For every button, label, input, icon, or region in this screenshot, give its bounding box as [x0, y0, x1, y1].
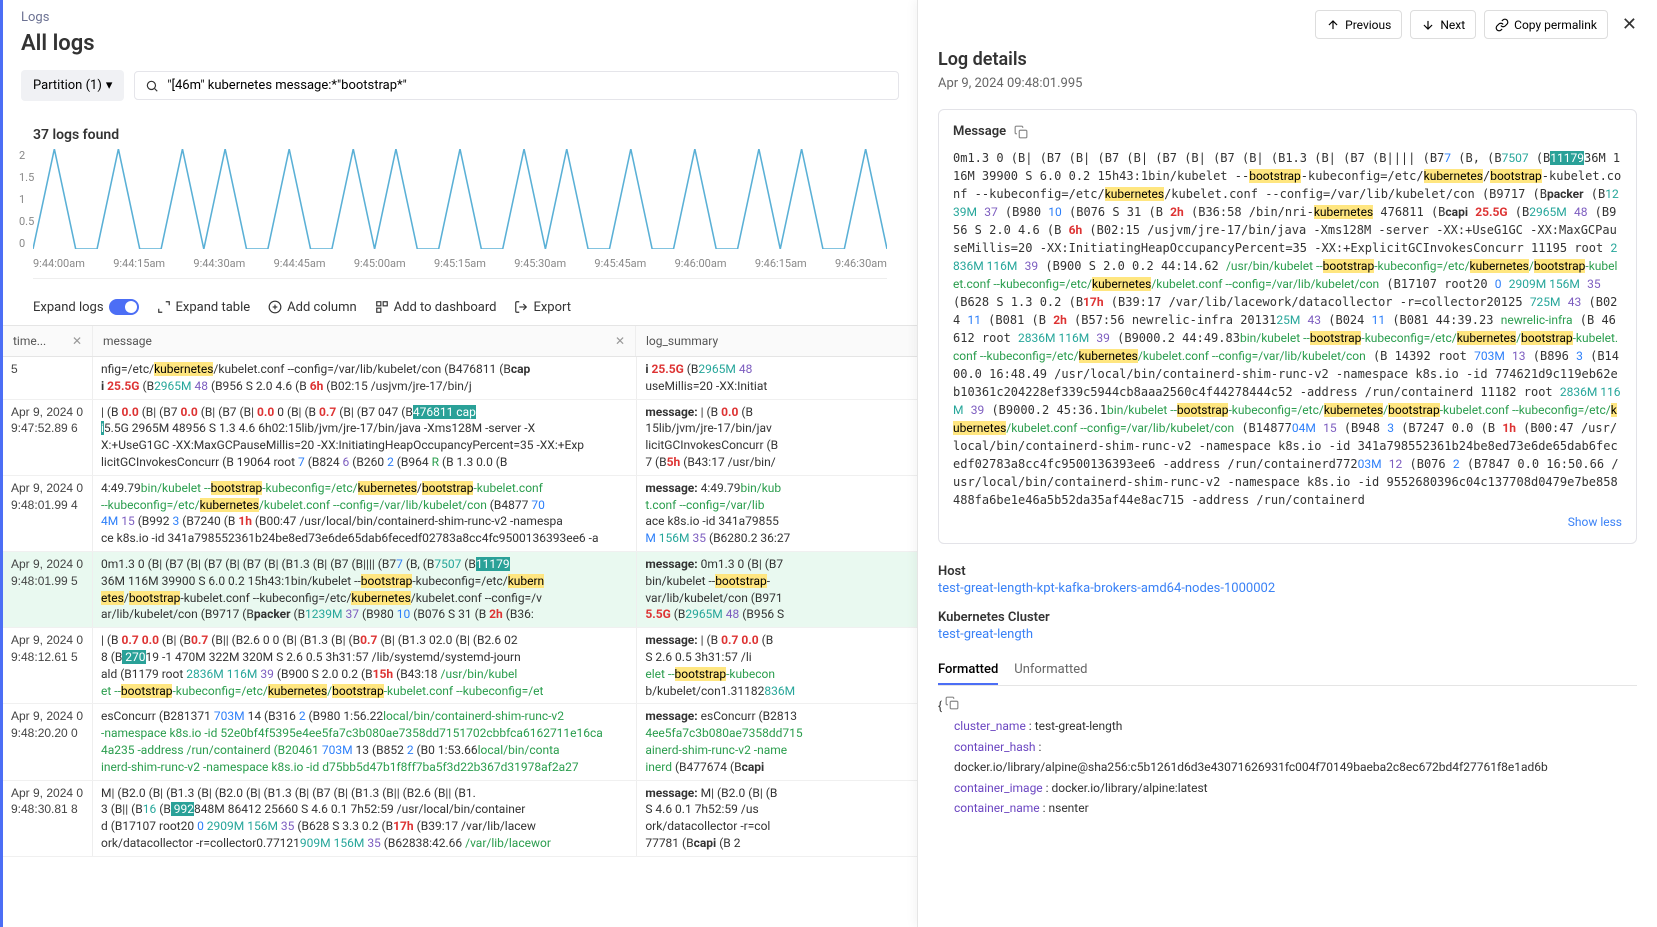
host-label: Host — [938, 564, 1637, 579]
search-icon — [145, 79, 159, 93]
chevron-down-icon: ▾ — [106, 78, 113, 93]
column-header-time[interactable]: time...✕ — [3, 326, 93, 356]
partition-button[interactable]: Partition (1) ▾ — [21, 70, 124, 101]
table-row[interactable]: Apr 9, 2024 09:48:20.20 0 esConcurr (B28… — [3, 704, 917, 780]
cell-message: 4:49.79bin/kubelet --bootstrap-kubeconfi… — [93, 476, 637, 551]
results-count: 37 logs found — [3, 115, 917, 149]
cell-summary: message: | (B 0.7 0.0 (BS 2.6 0.5 3h31:5… — [637, 628, 917, 703]
cell-time: Apr 9, 2024 09:48:01.99 5 — [3, 552, 93, 627]
cell-time: Apr 9, 2024 09:48:01.99 4 — [3, 476, 93, 551]
copy-icon[interactable] — [945, 696, 959, 710]
search-box[interactable] — [134, 71, 899, 100]
add-column-button[interactable]: Add column — [268, 300, 357, 315]
toggle-on-icon — [109, 299, 139, 315]
cell-summary: message: M| (B2.0 (B| (BS 4.6 0.1 7h52:5… — [637, 781, 917, 856]
cell-message: 0m1.3 0 (B| (B7 (B| (B7 (B| (B7 (B| (B1.… — [93, 552, 637, 627]
close-icon[interactable]: ✕ — [615, 334, 625, 348]
column-header-message[interactable]: message✕ — [93, 326, 636, 356]
table-row[interactable]: Apr 9, 2024 09:48:12.61 5 | (B 0.7 0.0 (… — [3, 628, 917, 704]
page-title: All logs — [3, 25, 917, 70]
log-timestamp: Apr 9, 2024 09:48:01.995 — [938, 76, 1637, 91]
add-to-dashboard-button[interactable]: Add to dashboard — [375, 300, 497, 315]
expand-logs-toggle[interactable]: Expand logs — [33, 299, 139, 315]
breadcrumb[interactable]: Logs — [3, 0, 917, 25]
next-button[interactable]: Next — [1410, 10, 1476, 39]
export-icon — [514, 300, 528, 314]
cell-time: Apr 9, 2024 09:47:52.89 6 — [3, 400, 93, 475]
show-less-button[interactable]: Show less — [953, 515, 1622, 529]
cell-time: Apr 9, 2024 09:48:20.20 0 — [3, 704, 93, 779]
plus-icon — [268, 300, 282, 314]
table-row[interactable]: Apr 9, 2024 09:47:52.89 6 | (B 0.0 (B| (… — [3, 400, 917, 476]
cell-message: | (B 0.7 0.0 (B| (B0.7 (B|| (B2.6 0 0 (B… — [93, 628, 637, 703]
cell-message: | (B 0.0 (B| (B7 0.0 (B| (B7 (B| 0.0 0 (… — [93, 400, 637, 475]
dashboard-icon — [375, 300, 389, 314]
cell-summary: message: 4:49.79bin/kubt.conf --config=/… — [637, 476, 917, 551]
panel-title: Log details — [938, 49, 1637, 70]
cell-summary: i 25.5G (B2965M 48useMillis=20 -XX:Initi… — [637, 357, 917, 399]
table-row[interactable]: 5 nfig=/etc/kubernetes/kubelet.conf --co… — [3, 357, 917, 400]
copy-permalink-button[interactable]: Copy permalink — [1484, 10, 1608, 39]
table-row[interactable]: Apr 9, 2024 09:48:01.99 5 0m1.3 0 (B| (B… — [3, 552, 917, 628]
column-header-summary[interactable]: log_summary — [636, 326, 917, 356]
link-icon — [1495, 18, 1509, 32]
cell-summary: message: | (B 0.0 (B15lib/jvm/jre-17/bin… — [637, 400, 917, 475]
cell-summary: message: 0m1.3 0 (B| (B7bin/kubelet --bo… — [637, 552, 917, 627]
arrow-down-icon — [1421, 18, 1435, 32]
search-input[interactable] — [167, 78, 888, 93]
cell-message: nfig=/etc/kubernetes/kubelet.conf --conf… — [93, 357, 637, 399]
log-details-panel: Previous Next Copy permalink ✕ Log detai… — [917, 0, 1657, 927]
log-count-chart[interactable]: 2 1.5 1 0.5 0 9:44:00am9:44:15am9:44:30a… — [33, 149, 887, 279]
table-row[interactable]: Apr 9, 2024 09:48:01.99 4 4:49.79bin/kub… — [3, 476, 917, 552]
cell-message: M| (B2.0 (B| (B1.3 (B| (B2.0 (B| (B1.3 (… — [93, 781, 637, 856]
copy-icon[interactable] — [1014, 125, 1028, 139]
close-panel-button[interactable]: ✕ — [1616, 10, 1643, 39]
cell-time: Apr 9, 2024 09:48:12.61 5 — [3, 628, 93, 703]
table-row[interactable]: Apr 9, 2024 09:48:30.81 8 M| (B2.0 (B| (… — [3, 781, 917, 857]
previous-button[interactable]: Previous — [1315, 10, 1402, 39]
message-content: 0m1.3 0 (B| (B7 (B| (B7 (B| (B7 (B| (B7 … — [953, 149, 1622, 509]
cluster-label: Kubernetes Cluster — [938, 610, 1637, 625]
cell-message: esConcurr (B281371 703M 14 (B316 2 (B980… — [93, 704, 637, 779]
cell-time: 5 — [3, 357, 93, 399]
arrow-up-icon — [1326, 18, 1340, 32]
expand-icon — [157, 300, 171, 314]
message-label: Message — [953, 124, 1006, 139]
cell-time: Apr 9, 2024 09:48:30.81 8 — [3, 781, 93, 856]
cluster-link[interactable]: test-great-length — [938, 627, 1637, 642]
close-icon[interactable]: ✕ — [72, 334, 82, 348]
tab-unformatted[interactable]: Unformatted — [1014, 656, 1087, 685]
cell-summary: message: esConcurr (B28134ee5fa7c3b080ae… — [637, 704, 917, 779]
json-view: { cluster_name : test-great-lengthcontai… — [938, 696, 1637, 818]
tab-formatted[interactable]: Formatted — [938, 656, 998, 685]
expand-table-button[interactable]: Expand table — [157, 300, 251, 315]
export-button[interactable]: Export — [514, 300, 571, 315]
host-link[interactable]: test-great-length-kpt-kafka-brokers-amd6… — [938, 581, 1637, 596]
